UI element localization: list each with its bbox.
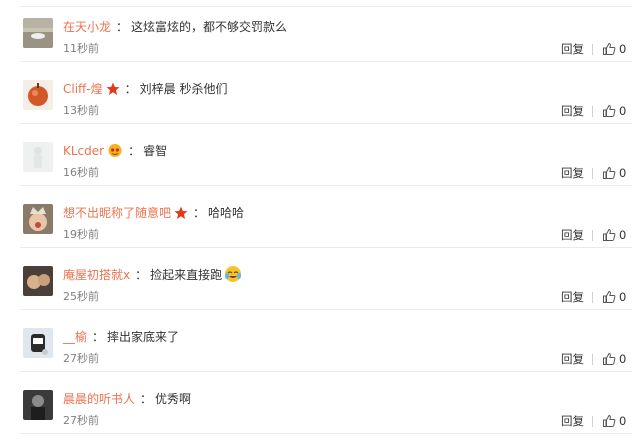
reply-button[interactable]: 回复 [561,289,584,305]
colon-separator: ： [116,20,129,34]
user-avatar[interactable] [23,142,53,172]
comment-line: Cliff-煌 ：刘梓晨 秒杀他们 [63,79,228,99]
like-button[interactable]: 0 [602,412,626,430]
action-divider [592,230,593,241]
row-divider [20,433,632,434]
like-count: 0 [619,104,627,118]
like-count: 0 [619,166,627,180]
comment-line: KLcder ：睿智 [63,141,167,161]
comment-item: 在天小龙 ：这炫富炫的，都不够交罚款么 11秒前 回复 0 [0,0,638,62]
reply-button[interactable]: 回复 [561,103,584,119]
comment-text: 睿智 [143,144,168,158]
user-avatar[interactable] [23,328,53,358]
comment-text: 刘梓晨 秒杀他们 [139,82,228,96]
user-avatar[interactable] [23,266,53,296]
reply-button[interactable]: 回复 [561,413,584,429]
username-link[interactable]: 庵屋初搭就x [63,268,130,282]
comment-text: 捡起来直接跑 [150,268,223,282]
thumbs-up-icon [602,290,619,304]
laugh-cry-icon [224,265,242,289]
user-avatar[interactable] [23,204,53,234]
colon-separator: ： [92,330,105,344]
reply-button[interactable]: 回复 [561,41,584,57]
thumbs-up-icon [602,414,619,428]
like-button[interactable]: 0 [602,40,626,58]
crown-emoji-icon [107,142,123,164]
like-count: 0 [619,352,627,366]
colon-separator: ： [140,392,153,406]
comment-line: 在天小龙 ：这炫富炫的，都不够交罚款么 [63,17,287,37]
thumbs-up-icon [602,352,619,366]
reply-button[interactable]: 回复 [561,227,584,243]
colon-separator: ： [124,82,137,96]
like-button[interactable]: 0 [602,164,626,182]
like-button[interactable]: 0 [602,350,626,368]
comment-line: 庵屋初搭就x ：捡起来直接跑 [63,265,242,285]
thumbs-up-icon [602,166,619,180]
user-avatar[interactable] [23,18,53,48]
comment-line: __榆 ：摔出家底来了 [63,327,179,347]
colon-separator: ： [128,144,141,158]
star-icon [174,206,188,226]
action-divider [592,168,593,179]
comment-time: 11秒前 [63,42,99,55]
username-link[interactable]: 晨晨的听书人 [63,392,135,406]
comment-item: Cliff-煌 ：刘梓晨 秒杀他们 13秒前 回复 0 [0,62,638,124]
thumbs-up-icon [602,42,619,56]
like-count: 0 [619,290,627,304]
like-count: 0 [619,228,627,242]
comment-time: 25秒前 [63,290,99,303]
colon-separator: ： [135,268,148,282]
comment-item: 晨晨的听书人 ：优秀啊 27秒前 回复 0 [0,372,638,434]
comment-time: 27秒前 [63,352,99,365]
like-button[interactable]: 0 [602,102,626,120]
username-link[interactable]: KLcder [63,144,104,158]
comment-line: 晨晨的听书人 ：优秀啊 [63,389,191,409]
reply-button[interactable]: 回复 [561,351,584,367]
like-count: 0 [619,414,627,428]
action-divider [592,44,593,55]
comment-text: 这炫富炫的，都不够交罚款么 [131,20,288,34]
comment-item: KLcder ：睿智 16秒前 回复 0 [0,124,638,186]
comment-item: 想不出昵称了随意吧 ：哈哈哈 19秒前 回复 0 [0,186,638,248]
comment-line: 想不出昵称了随意吧 ：哈哈哈 [63,203,244,223]
comment-time: 19秒前 [63,228,99,241]
comment-item: 庵屋初搭就x ：捡起来直接跑 25秒前 回复 0 [0,248,638,310]
action-divider [592,416,593,427]
like-button[interactable]: 0 [602,226,626,244]
user-avatar[interactable] [23,80,53,110]
comment-time: 16秒前 [63,166,99,179]
action-divider [592,354,593,365]
action-divider [592,292,593,303]
colon-separator: ： [193,206,206,220]
username-link[interactable]: 在天小龙 [63,20,111,34]
action-divider [592,106,593,117]
username-link[interactable]: __榆 [63,330,87,344]
like-button[interactable]: 0 [602,288,626,306]
comment-text: 摔出家底来了 [107,330,180,344]
comment-item: __榆 ：摔出家底来了 27秒前 回复 0 [0,310,638,372]
comment-text: 优秀啊 [155,392,192,406]
thumbs-up-icon [602,228,619,242]
like-count: 0 [619,42,627,56]
username-link[interactable]: Cliff-煌 [63,82,103,96]
username-link[interactable]: 想不出昵称了随意吧 [63,206,171,220]
reply-button[interactable]: 回复 [561,165,584,181]
comment-text: 哈哈哈 [208,206,245,220]
star-icon [106,82,120,102]
comment-list: 在天小龙：这炫富炫的，都不够交罚款么 11秒前 回复 0 Cliff-煌：刘梓晨 秒杀他… [0,0,638,440]
comment-time: 13秒前 [63,104,99,117]
comment-time: 27秒前 [63,414,99,427]
thumbs-up-icon [602,104,619,118]
user-avatar[interactable] [23,390,53,420]
